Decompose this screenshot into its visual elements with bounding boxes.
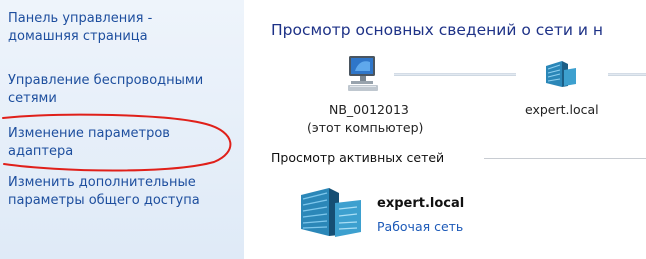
network-center-main: Просмотр основных сведений о сети и н NB… — [244, 0, 646, 259]
computer-note-label: (этот компьютер) — [307, 120, 424, 135]
computer-icon — [348, 56, 378, 91]
server-icon — [546, 61, 576, 87]
connection-line-1 — [394, 73, 516, 76]
change-adapter-settings-link[interactable]: Изменение параметров адаптера — [8, 125, 240, 161]
active-network-name: expert.local — [377, 196, 465, 211]
manage-wireless-networks-link[interactable]: Управление беспроводными сетями — [8, 72, 240, 108]
computer-name-label: NB_0012013 — [329, 102, 409, 117]
network-type-link[interactable]: Рабочая сеть — [377, 219, 463, 234]
page-title: Просмотр основных сведений о сети и н — [271, 21, 603, 39]
advanced-sharing-settings-link[interactable]: Изменить дополнительные параметры общего… — [8, 174, 240, 210]
left-nav-pane: Панель управления - домашняя страница Уп… — [0, 0, 244, 259]
section-divider — [484, 158, 646, 159]
domain-node-label: expert.local — [525, 102, 599, 117]
server-building-icon — [301, 188, 361, 237]
connection-line-2 — [608, 73, 646, 76]
active-networks-header: Просмотр активных сетей — [271, 150, 445, 165]
control-panel-home-link[interactable]: Панель управления - домашняя страница — [8, 10, 240, 46]
